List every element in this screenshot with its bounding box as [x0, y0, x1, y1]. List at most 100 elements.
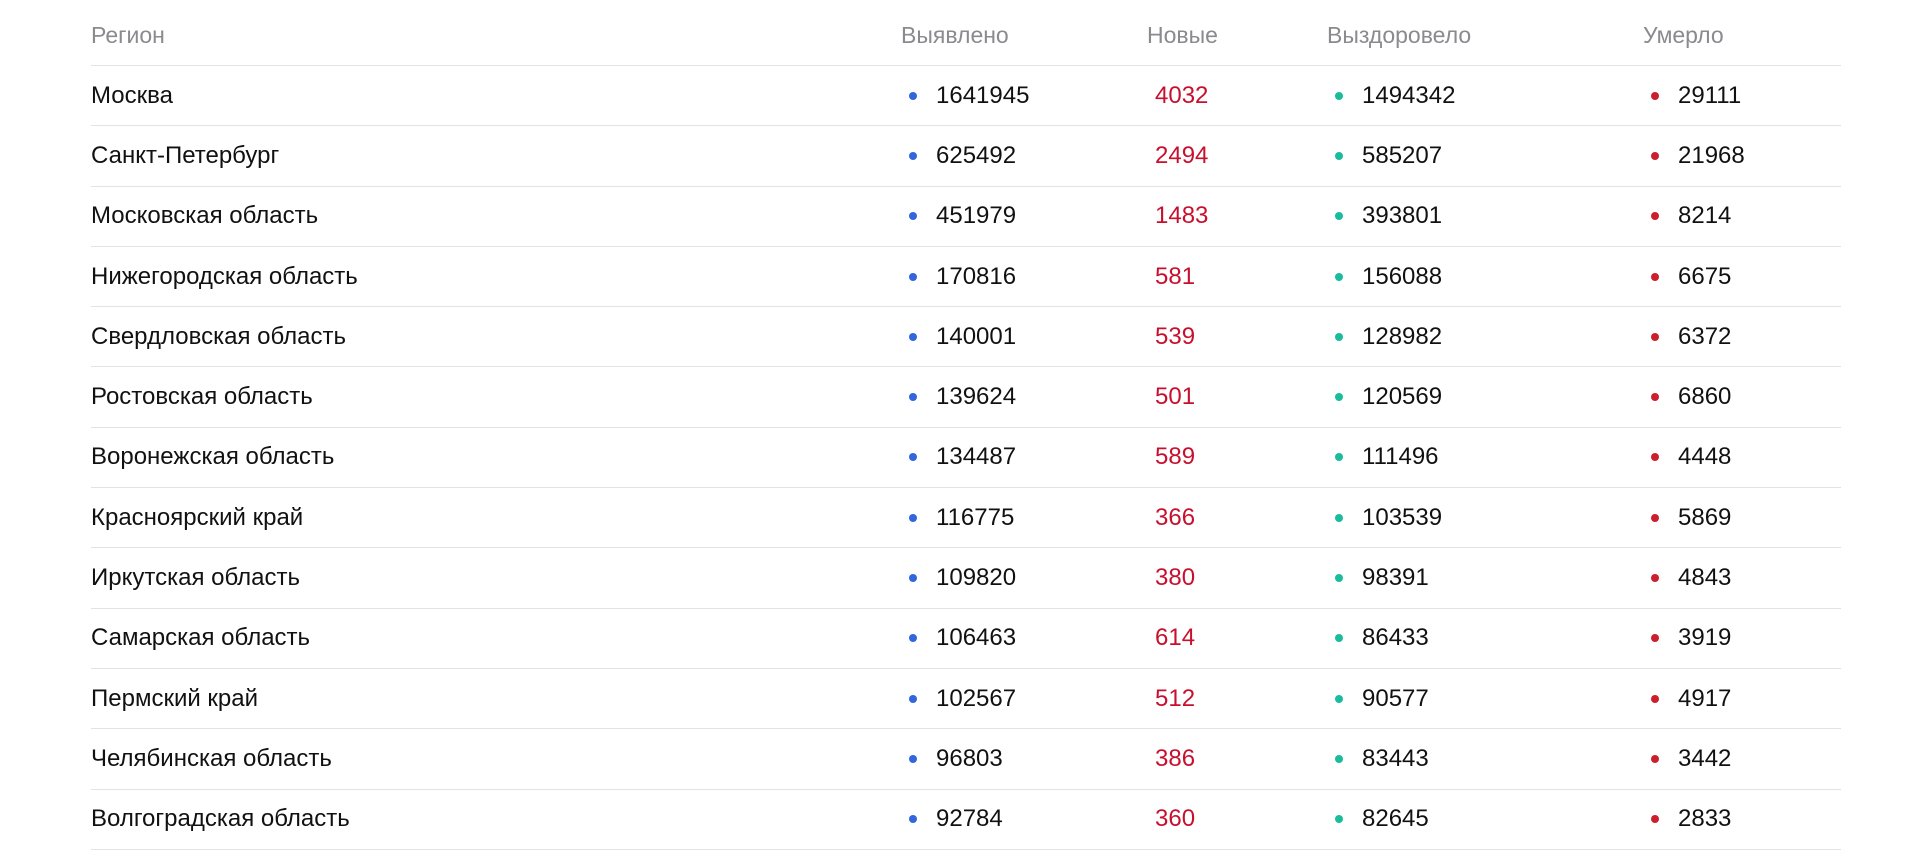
detected-cell: 170816 [901, 263, 1147, 291]
detected-dot-icon [909, 151, 917, 160]
region-name: Пермский край [91, 684, 259, 712]
died-value: 3442 [1678, 744, 1732, 772]
detected-value: 140001 [936, 322, 1017, 350]
recovered-value: 585207 [1362, 141, 1443, 169]
recovered-dot-icon [1335, 694, 1343, 703]
region-name: Московская область [91, 202, 319, 230]
detected-value: 139624 [936, 383, 1017, 411]
regions-table: Регион Выявлено Новые Выздоровело Умерло… [91, 0, 1841, 850]
detected-cell: 102567 [901, 685, 1147, 713]
recovered-cell: 120569 [1327, 383, 1643, 411]
recovered-dot-icon [1335, 91, 1343, 100]
new-value: 589 [1155, 443, 1196, 471]
died-dot-icon [1651, 574, 1659, 583]
new-value: 614 [1155, 624, 1196, 652]
header-region: Регион [91, 22, 165, 48]
detected-value: 625492 [936, 141, 1017, 169]
header-detected: Выявлено [901, 22, 1009, 48]
recovered-dot-icon [1335, 332, 1343, 341]
table-row: Воронежская область 134487 589 111496 4448 [91, 428, 1841, 489]
new-value: 366 [1155, 503, 1196, 531]
died-value: 6675 [1678, 262, 1732, 290]
detected-value: 116775 [936, 503, 1015, 531]
recovered-cell: 98391 [1327, 564, 1643, 592]
detected-cell: 140001 [901, 323, 1147, 351]
new-value: 1483 [1155, 202, 1209, 230]
detected-cell: 139624 [901, 383, 1147, 411]
table-header-row: Регион Выявлено Новые Выздоровело Умерло [91, 0, 1841, 66]
died-cell: 29111 [1643, 82, 1841, 110]
died-value: 4843 [1678, 564, 1732, 592]
new-value: 539 [1155, 322, 1196, 350]
died-value: 29111 [1678, 81, 1742, 109]
recovered-dot-icon [1335, 574, 1343, 583]
recovered-cell: 585207 [1327, 142, 1643, 170]
recovered-cell: 156088 [1327, 263, 1643, 291]
died-dot-icon [1651, 754, 1659, 763]
region-name: Воронежская область [91, 443, 335, 471]
new-value: 386 [1155, 744, 1196, 772]
detected-cell: 451979 [901, 202, 1147, 230]
table-row: Пермский край 102567 512 90577 4917 [91, 669, 1841, 730]
detected-cell: 116775 [901, 504, 1147, 532]
detected-cell: 134487 [901, 443, 1147, 471]
died-value: 3919 [1678, 624, 1732, 652]
table-row: Санкт-Петербург 625492 2494 585207 21968 [91, 126, 1841, 187]
died-cell: 3919 [1643, 624, 1841, 652]
detected-value: 451979 [936, 202, 1017, 230]
region-name: Нижегородская область [91, 262, 358, 290]
died-cell: 4843 [1643, 564, 1841, 592]
recovered-value: 90577 [1362, 684, 1429, 712]
recovered-dot-icon [1335, 513, 1343, 522]
recovered-cell: 393801 [1327, 202, 1643, 230]
detected-value: 102567 [936, 684, 1017, 712]
recovered-value: 103539 [1362, 503, 1443, 531]
recovered-value: 128982 [1362, 322, 1443, 350]
header-new: Новые [1147, 22, 1218, 48]
detected-cell: 1641945 [901, 82, 1147, 110]
died-cell: 2833 [1643, 805, 1841, 833]
died-dot-icon [1651, 332, 1659, 341]
detected-dot-icon [909, 754, 917, 763]
detected-dot-icon [909, 453, 917, 462]
detected-dot-icon [909, 91, 917, 100]
detected-cell: 96803 [901, 745, 1147, 773]
died-value: 6372 [1678, 322, 1732, 350]
died-dot-icon [1651, 634, 1659, 643]
died-cell: 6860 [1643, 383, 1841, 411]
detected-dot-icon [909, 634, 917, 643]
died-cell: 3442 [1643, 745, 1841, 773]
recovered-value: 82645 [1362, 805, 1429, 833]
recovered-cell: 103539 [1327, 504, 1643, 532]
died-cell: 5869 [1643, 504, 1841, 532]
recovered-dot-icon [1335, 453, 1343, 462]
recovered-value: 1494342 [1362, 81, 1456, 109]
recovered-cell: 83443 [1327, 745, 1643, 773]
died-value: 6860 [1678, 383, 1732, 411]
region-name: Челябинская область [91, 744, 332, 772]
recovered-cell: 128982 [1327, 323, 1643, 351]
died-cell: 4917 [1643, 685, 1841, 713]
recovered-value: 98391 [1362, 564, 1429, 592]
died-dot-icon [1651, 151, 1659, 160]
header-recovered: Выздоровело [1327, 22, 1472, 48]
died-dot-icon [1651, 694, 1659, 703]
died-dot-icon [1651, 212, 1659, 221]
recovered-cell: 82645 [1327, 805, 1643, 833]
died-dot-icon [1651, 453, 1659, 462]
died-dot-icon [1651, 272, 1659, 281]
new-value: 380 [1155, 564, 1196, 592]
died-value: 8214 [1678, 202, 1732, 230]
detected-dot-icon [909, 272, 917, 281]
died-cell: 6675 [1643, 263, 1841, 291]
detected-dot-icon [909, 393, 917, 402]
detected-dot-icon [909, 694, 917, 703]
recovered-dot-icon [1335, 272, 1343, 281]
region-name: Красноярский край [91, 503, 304, 531]
table-row: Красноярский край 116775 366 103539 5869 [91, 488, 1841, 549]
detected-value: 109820 [936, 564, 1017, 592]
detected-cell: 109820 [901, 564, 1147, 592]
region-name: Свердловская область [91, 322, 346, 350]
detected-dot-icon [909, 332, 917, 341]
detected-value: 170816 [936, 262, 1017, 290]
